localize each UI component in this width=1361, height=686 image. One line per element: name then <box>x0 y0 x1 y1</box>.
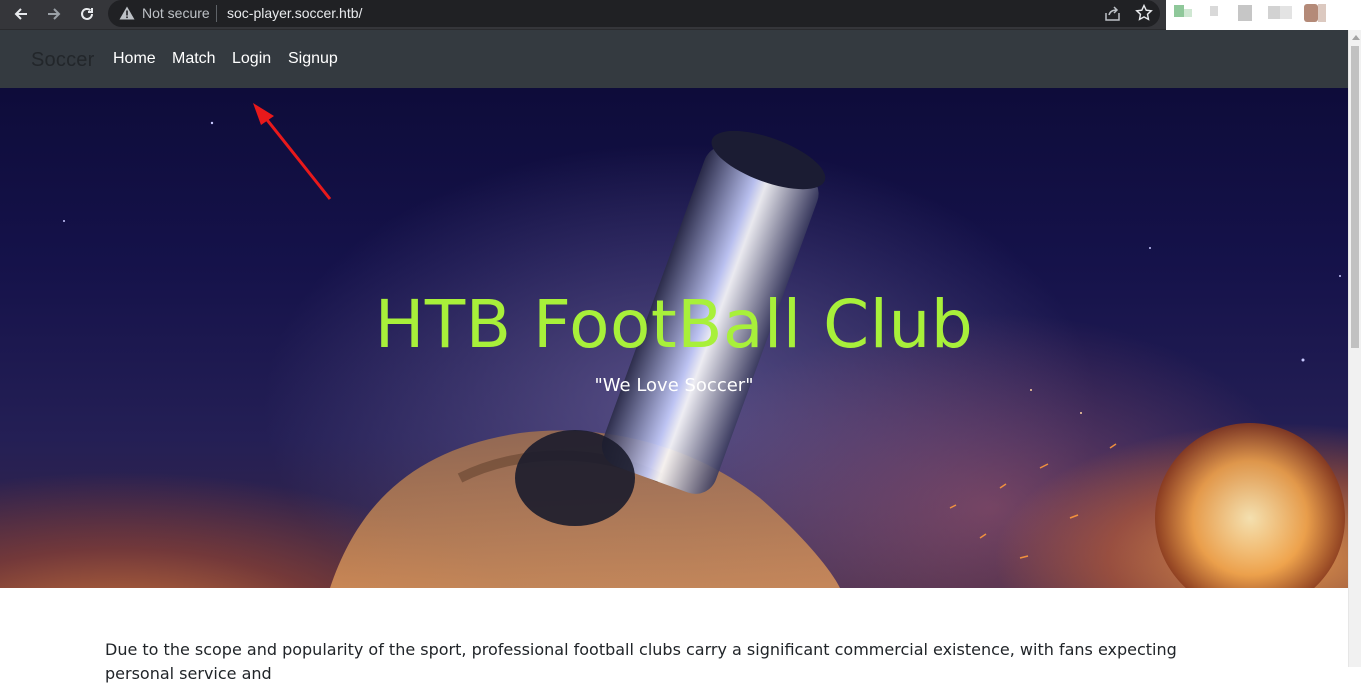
url-text[interactable]: soc-player.soccer.htb/ <box>227 5 362 21</box>
hero-subtitle: "We Love Soccer" <box>594 375 754 396</box>
reload-icon <box>81 7 93 20</box>
bookmark-star-icon[interactable] <box>1135 4 1153 22</box>
scrollbar-thumb[interactable] <box>1351 46 1359 348</box>
address-bar[interactable]: Not secure soc-player.soccer.htb/ <box>108 0 1160 27</box>
warning-icon <box>119 6 135 20</box>
site-navbar: Soccer Home Match Login Signup <box>0 30 1348 88</box>
intro-paragraph: Due to the scope and popularity of the s… <box>105 640 1177 683</box>
extension-icon[interactable] <box>1210 6 1218 16</box>
extension-icon[interactable] <box>1238 5 1252 21</box>
omnibox-separator <box>216 5 217 22</box>
profile-avatar[interactable] <box>1304 4 1318 22</box>
share-icon[interactable] <box>1104 5 1121 22</box>
page-scrollbar[interactable] <box>1348 30 1361 667</box>
arrow-right-icon <box>48 8 61 20</box>
back-button[interactable] <box>10 3 32 25</box>
profile-avatar <box>1318 4 1326 22</box>
extension-icon[interactable] <box>1174 5 1184 17</box>
extension-icon <box>1280 6 1292 19</box>
hero-banner: HTB FootBall Club "We Love Soccer" <box>0 88 1348 588</box>
arrow-left-icon <box>14 8 27 20</box>
forward-button[interactable] <box>43 3 65 25</box>
nav-link-login[interactable]: Login <box>232 50 271 68</box>
browser-toolbar: Not secure soc-player.soccer.htb/ <box>0 0 1361 37</box>
scroll-up-arrow-icon[interactable] <box>1352 35 1360 40</box>
navbar-brand[interactable]: Soccer <box>31 49 94 72</box>
nav-link-home[interactable]: Home <box>113 50 156 68</box>
nav-link-signup[interactable]: Signup <box>288 50 338 68</box>
extension-icon <box>1184 9 1192 17</box>
security-status[interactable]: Not secure <box>142 5 210 21</box>
hero-title: HTB FootBall Club <box>374 286 974 363</box>
nav-link-match[interactable]: Match <box>172 50 216 68</box>
extension-icon[interactable] <box>1268 6 1280 19</box>
reload-button[interactable] <box>76 3 98 25</box>
